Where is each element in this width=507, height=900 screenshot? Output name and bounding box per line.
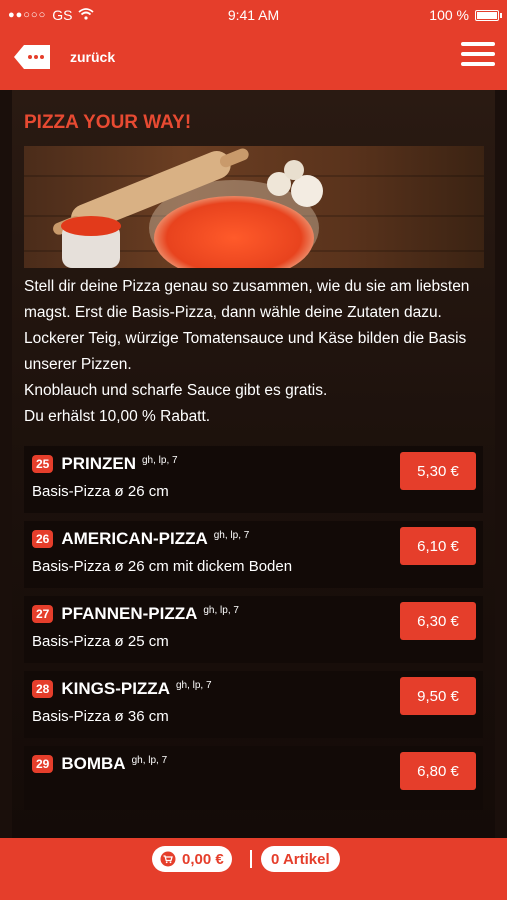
product-name: AMERICAN-PIZZA [61, 529, 208, 548]
product-name: BOMBA [61, 754, 126, 773]
product-item[interactable]: 25 PRINZEN gh, lp, 7 Basis-Pizza ø 26 cm… [24, 446, 483, 513]
divider [250, 850, 252, 868]
product-list: 25 PRINZEN gh, lp, 7 Basis-Pizza ø 26 cm… [24, 446, 483, 810]
product-number-badge: 29 [32, 755, 54, 773]
product-description: Basis-Pizza ø 26 cm [32, 483, 169, 500]
product-description: Basis-Pizza ø 25 cm [32, 633, 169, 650]
battery-text: 100 % [429, 7, 469, 23]
battery-icon [475, 9, 502, 21]
cart-total-button[interactable]: 0,00 € [152, 846, 232, 872]
product-number-badge: 25 [32, 455, 54, 473]
pizza-illustration [24, 148, 484, 268]
product-number-badge: 26 [32, 530, 54, 548]
article-count-button[interactable]: 0 Artikel [261, 846, 340, 872]
allergen-codes: gh, lp, 7 [203, 605, 239, 616]
hero-image [24, 146, 484, 268]
ellipsis-back-icon [14, 45, 50, 69]
back-button[interactable] [12, 42, 52, 72]
intro-description: Stell dir deine Pizza genau so zusammen,… [24, 274, 483, 430]
product-name: PFANNEN-PIZZA [61, 604, 198, 623]
price-button[interactable]: 9,50 € [400, 677, 476, 715]
cart-total: 0,00 € [182, 850, 224, 868]
allergen-codes: gh, lp, 7 [213, 530, 250, 541]
price-button[interactable]: 5,30 € [400, 452, 476, 490]
hamburger-menu-button[interactable] [461, 42, 495, 72]
allergen-codes: gh, lp, 7 [131, 755, 168, 766]
top-navbar: zurück [0, 30, 507, 90]
product-number-badge: 28 [32, 680, 54, 698]
status-bar: ●●○○○ GS 9:41 AM 100 % [0, 0, 507, 30]
product-item[interactable]: 26 AMERICAN-PIZZA gh, lp, 7 Basis-Pizza … [24, 521, 483, 588]
product-description: Basis-Pizza ø 26 cm mit dickem Boden [32, 558, 293, 575]
status-right: 100 % [429, 7, 502, 23]
product-name: PRINZEN [61, 454, 136, 473]
product-number-badge: 27 [32, 605, 54, 623]
bottom-cart-bar: 0,00 € 0 Artikel [0, 838, 507, 900]
hamburger-icon [461, 42, 495, 66]
product-description: Basis-Pizza ø 36 cm [32, 708, 169, 725]
page-title: PIZZA YOUR WAY! [24, 112, 192, 133]
description-line-2: Lockerer Teig, würzige Tomatensauce und … [24, 330, 467, 373]
price-button[interactable]: 6,10 € [400, 527, 476, 565]
price-button[interactable]: 6,80 € [400, 752, 476, 790]
product-name: KINGS-PIZZA [61, 679, 170, 698]
allergen-codes: gh, lp, 7 [141, 455, 178, 466]
main-content[interactable]: PIZZA YOUR WAY! Stell dir deine Pizza ge… [12, 90, 495, 838]
price-button[interactable]: 6,30 € [400, 602, 476, 640]
allergen-codes: gh, lp, 7 [175, 680, 212, 691]
description-line-3: Knoblauch und scharfe Sauce gibt es grat… [24, 382, 328, 399]
product-item[interactable]: 29 BOMBA gh, lp, 7 6,80 € [24, 746, 483, 810]
description-line-1: Stell dir deine Pizza genau so zusammen,… [24, 278, 470, 321]
product-item[interactable]: 27 PFANNEN-PIZZA gh, lp, 7 Basis-Pizza ø… [24, 596, 483, 663]
back-label[interactable]: zurück [70, 49, 115, 65]
cart-icon [160, 851, 176, 867]
product-item[interactable]: 28 KINGS-PIZZA gh, lp, 7 Basis-Pizza ø 3… [24, 671, 483, 738]
description-line-4: Du erhälst 10,00 % Rabatt. [24, 408, 211, 425]
